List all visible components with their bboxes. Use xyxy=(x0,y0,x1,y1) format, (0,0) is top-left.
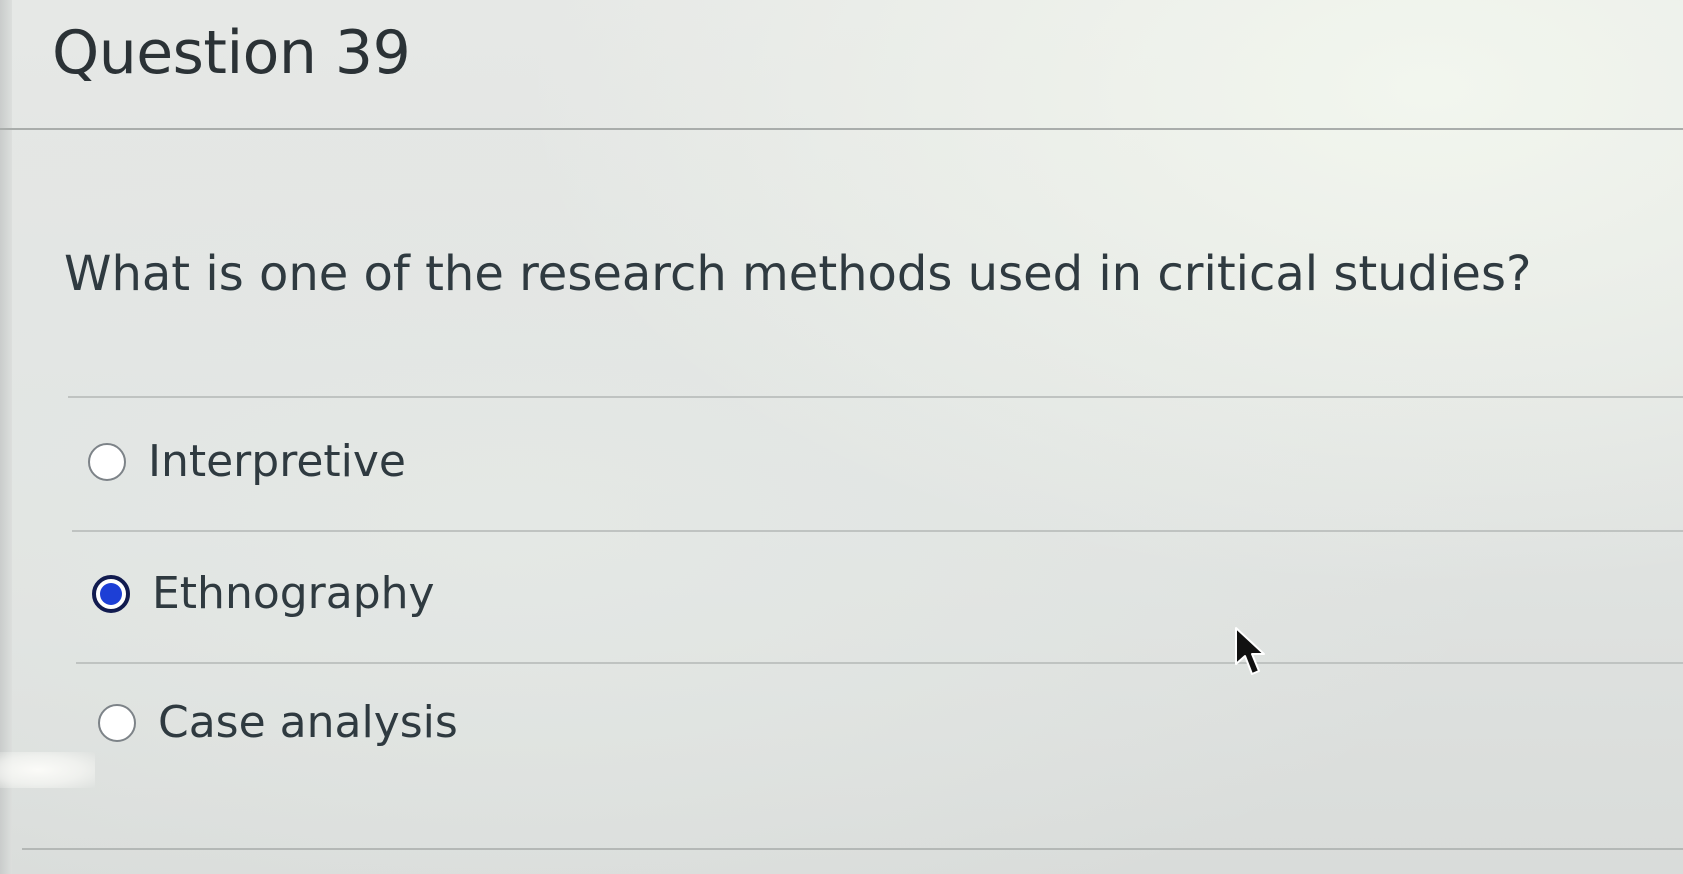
answer-option-label: Ethnography xyxy=(152,568,435,619)
answer-divider xyxy=(76,662,1683,664)
radio-button-selected[interactable] xyxy=(92,574,130,613)
radio-button[interactable] xyxy=(98,703,136,742)
answer-divider xyxy=(72,530,1683,532)
answer-option-interpretive[interactable]: Interpretive xyxy=(88,436,406,487)
answer-option-label: Interpretive xyxy=(148,436,406,487)
radio-button[interactable] xyxy=(88,442,126,481)
answer-option-case-analysis[interactable]: Case analysis xyxy=(98,697,458,748)
quiz-page: Question 39 What is one of the research … xyxy=(0,0,1683,874)
answer-divider-top xyxy=(68,396,1683,398)
left-border xyxy=(0,0,12,874)
answer-option-ethnography[interactable]: Ethnography xyxy=(92,568,435,619)
screen-glare xyxy=(0,752,95,788)
header-divider xyxy=(0,128,1683,130)
question-bottom-border xyxy=(22,848,1683,850)
question-header: Question 39 xyxy=(52,18,411,88)
mouse-pointer-icon xyxy=(1235,627,1265,675)
question-prompt: What is one of the research methods used… xyxy=(64,246,1532,302)
radio-selected-dot xyxy=(100,582,122,605)
answer-option-label: Case analysis xyxy=(158,697,458,748)
